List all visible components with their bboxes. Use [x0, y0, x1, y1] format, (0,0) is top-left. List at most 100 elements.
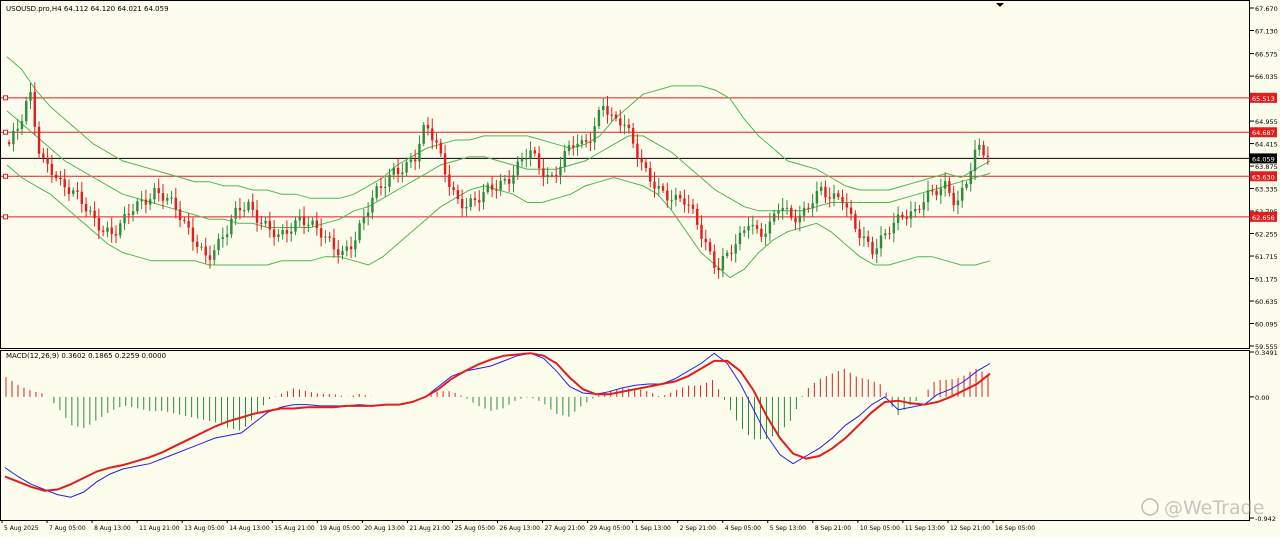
price-and-macd-chart[interactable]: 67.67067.13066.57566.03565.49564.95564.4…	[0, 0, 1280, 537]
candle-body	[76, 190, 79, 192]
time-tick-label: 13 Aug 05:00	[184, 525, 225, 532]
candle-body	[926, 190, 930, 203]
candle-body	[183, 219, 186, 222]
level-price-label: 62.656	[1252, 214, 1275, 222]
time-tick-label: 8 Sep 21:00	[815, 525, 851, 532]
level-line-handle	[3, 214, 8, 220]
price-tick-label: 66.575	[1255, 51, 1278, 59]
candle-body	[952, 192, 955, 206]
candle-body	[59, 177, 62, 180]
candle-body	[89, 210, 92, 212]
candle-body	[204, 246, 207, 256]
candle-body	[277, 234, 280, 238]
candle-body	[909, 211, 913, 219]
candle-body	[119, 223, 122, 236]
time-tick-label: 7 Aug 05:00	[49, 525, 86, 532]
candle-body	[443, 153, 447, 175]
candle-body	[854, 213, 857, 230]
time-tick-label: 20 Aug 13:00	[364, 525, 405, 532]
candle-body	[264, 220, 267, 224]
symbol-header: USOUSD.pro,H4 64.112 64.120 64.021 64.05…	[6, 5, 169, 13]
level-price-label: 63.630	[1252, 173, 1275, 181]
candle-body	[153, 188, 156, 200]
level-price-label: 65.513	[1252, 95, 1275, 103]
candle-body	[20, 121, 24, 129]
candle-body	[559, 166, 562, 176]
candle-body	[366, 212, 370, 217]
macd-tick-label: 0.00	[1255, 394, 1269, 402]
candle-body	[345, 246, 348, 251]
candle-body	[195, 241, 199, 248]
candle-body	[200, 246, 203, 248]
price-tick-label: 63.875	[1255, 163, 1278, 171]
candle-body	[871, 241, 874, 255]
candle-body	[644, 162, 648, 168]
candle-body	[409, 159, 413, 163]
candle-body	[495, 189, 498, 191]
time-tick-label: 2 Sep 21:00	[680, 525, 716, 532]
chart-window[interactable]: 67.67067.13066.57566.03565.49564.95564.4…	[0, 0, 1280, 537]
candle-body	[755, 225, 759, 229]
candle-body	[16, 128, 19, 131]
candle-body	[939, 188, 943, 196]
candle-body	[597, 109, 601, 127]
candle-body	[602, 106, 605, 110]
candle-body	[725, 252, 729, 256]
candle-body	[520, 158, 524, 162]
candle-body	[533, 150, 537, 154]
candle-body	[63, 179, 66, 188]
candle-body	[54, 174, 58, 178]
candle-body	[136, 201, 139, 212]
time-tick-label: 5 Aug 2025	[4, 525, 39, 532]
candle-body	[935, 190, 938, 196]
candle-body	[708, 242, 712, 252]
candle-body	[298, 216, 301, 221]
candle-body	[760, 228, 763, 237]
candle-body	[845, 203, 849, 208]
candle-body	[730, 252, 733, 254]
candle-body	[490, 184, 494, 190]
candle-body	[764, 233, 767, 237]
candle-body	[849, 207, 853, 214]
candle-body	[593, 126, 596, 143]
candle-body	[127, 213, 131, 215]
candle-body	[465, 207, 468, 209]
candle-body	[375, 186, 378, 198]
candle-body	[798, 215, 802, 223]
candle-body	[460, 199, 464, 209]
candle-body	[144, 199, 148, 205]
candle-body	[922, 202, 925, 210]
time-tick-label: 1 Sep 13:00	[635, 525, 671, 532]
price-tick-label: 60.635	[1255, 298, 1278, 306]
candle-body	[580, 140, 584, 144]
price-tick-label: 63.335	[1255, 186, 1278, 194]
time-tick-label: 21 Aug 21:00	[409, 525, 450, 532]
macd-header: MACD(12,26,9) 0.3602 0.1865 0.2259 0.000…	[6, 352, 166, 360]
candle-body	[948, 181, 951, 193]
candle-body	[542, 168, 545, 178]
candle-body	[37, 126, 41, 154]
candle-body	[956, 200, 960, 206]
candle-body	[328, 236, 331, 238]
candle-body	[986, 155, 990, 157]
candle-body	[892, 222, 896, 234]
candle-body	[413, 159, 417, 162]
time-tick-label: 11 Sep 13:00	[905, 525, 945, 532]
candle-body	[499, 180, 502, 190]
candle-body	[384, 186, 387, 188]
candle-body	[46, 157, 49, 164]
time-tick-label: 10 Sep 05:00	[860, 525, 900, 532]
time-tick-label: 5 Sep 13:00	[770, 525, 806, 532]
candle-body	[866, 236, 870, 242]
candle-body	[525, 158, 528, 160]
candle-body	[285, 230, 289, 234]
current-price-label: 64.059	[1252, 155, 1275, 163]
candle-body	[875, 248, 878, 255]
candle-body	[777, 210, 780, 214]
candle-body	[824, 186, 827, 198]
candle-body	[713, 251, 716, 268]
candle-body	[828, 197, 831, 199]
time-tick-label: 19 Aug 05:00	[319, 525, 360, 532]
candle-body	[700, 224, 703, 239]
candle-body	[243, 210, 246, 212]
